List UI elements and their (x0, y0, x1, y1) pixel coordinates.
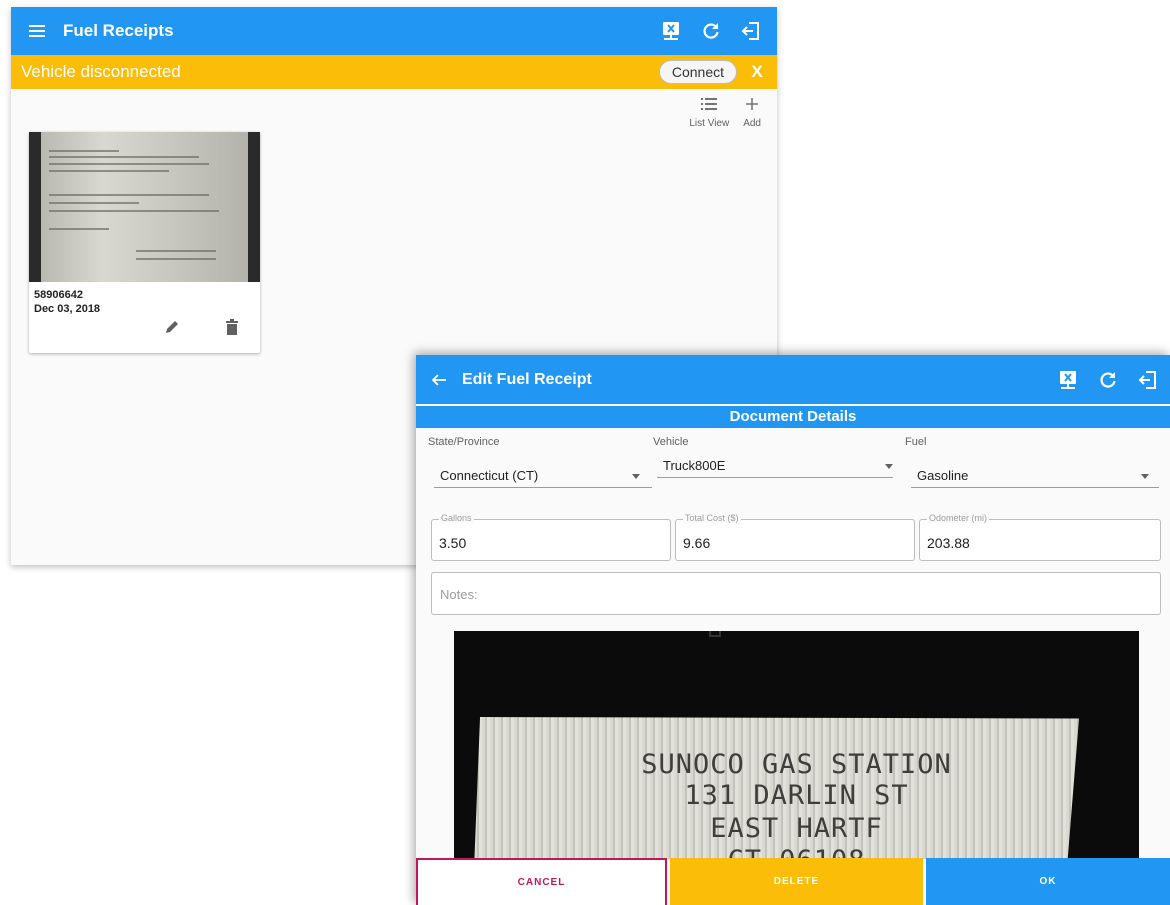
fuel-label: Fuel (905, 436, 927, 448)
edit-fuel-receipt-screen: Edit Fuel Receipt Document Details State… (416, 355, 1170, 905)
state-province-label: State/Province (428, 436, 500, 448)
logout-icon[interactable] (1136, 368, 1160, 392)
odometer-value: 203.88 (927, 535, 970, 551)
vehicle-disconnected-banner: Vehicle disconnected Connect X (11, 55, 777, 89)
fuel-value: Gasoline (917, 468, 969, 483)
notes-field[interactable]: Notes: (431, 572, 1161, 615)
receipt-text-line: CT 06108 (454, 845, 1139, 859)
app-bar: Fuel Receipts (11, 7, 777, 55)
receipt-text-line: 131 DARLIN ST (684, 780, 909, 811)
add-button[interactable]: Add (743, 97, 761, 129)
list-view-label: List View (689, 118, 730, 129)
edit-page-title: Edit Fuel Receipt (462, 370, 592, 388)
receipt-text-line: SUNOCO GAS STATION (641, 749, 952, 780)
chevron-down-icon (1141, 474, 1149, 479)
odometer-label: Odometer (mi) (927, 513, 990, 523)
edit-icon[interactable] (160, 315, 184, 339)
vehicle-disconnect-icon[interactable] (659, 19, 683, 43)
select-underline (657, 477, 893, 478)
gallons-label: Gallons (439, 513, 474, 523)
logout-icon[interactable] (739, 19, 763, 43)
plus-icon (745, 97, 759, 116)
gallons-value: 3.50 (439, 535, 467, 551)
vehicle-label: Vehicle (653, 436, 689, 448)
refresh-icon[interactable] (699, 19, 723, 43)
refresh-icon[interactable] (1096, 368, 1120, 392)
vehicle-disconnect-icon[interactable] (1056, 368, 1080, 392)
page-title: Fuel Receipts (63, 21, 174, 40)
add-label: Add (743, 118, 761, 129)
receipt-date: Dec 03, 2018 (34, 303, 101, 315)
vehicle-select[interactable]: Vehicle Truck800E (653, 436, 893, 488)
gallons-field[interactable]: Gallons 3.50 (431, 513, 671, 561)
list-view-button[interactable]: List View (689, 97, 729, 129)
select-underline (911, 487, 1159, 488)
chevron-down-icon (885, 464, 893, 469)
view-toolbar: List View Add (689, 97, 761, 129)
banner-message: Vehicle disconnected (21, 62, 181, 81)
chevron-down-icon (632, 474, 640, 479)
total-cost-value: 9.66 (683, 535, 711, 551)
notes-placeholder: Notes: (440, 587, 478, 602)
banner-close-button[interactable]: X (737, 62, 777, 82)
back-arrow-icon[interactable] (416, 373, 462, 387)
list-icon (701, 97, 718, 116)
state-province-value: Connecticut (CT) (440, 468, 539, 483)
select-underline (434, 487, 652, 488)
receipt-id: 58906642 (34, 289, 83, 301)
menu-icon[interactable] (11, 25, 63, 37)
action-buttons: CANCEL DELETE OK (416, 858, 1170, 905)
ok-button[interactable]: OK (926, 858, 1170, 905)
receipt-thumbnail (29, 132, 260, 282)
cancel-button[interactable]: CANCEL (416, 858, 667, 905)
screenshot-canvas: Fuel Receipts Vehicle disconnected Conne… (0, 0, 1170, 905)
delete-button[interactable]: DELETE (670, 858, 923, 905)
edit-app-bar: Edit Fuel Receipt (416, 355, 1170, 404)
trash-icon[interactable] (220, 315, 244, 339)
receipt-text-line: EAST HARTF (710, 813, 883, 844)
connect-button[interactable]: Connect (658, 60, 737, 84)
odometer-field[interactable]: Odometer (mi) 203.88 (919, 513, 1161, 561)
section-header: Document Details (416, 406, 1170, 428)
fuel-select[interactable]: Fuel Gasoline (905, 436, 1159, 488)
vehicle-value: Truck800E (663, 458, 726, 473)
receipt-photo: SUNOCO GAS STATION 131 DARLIN ST EAST HA… (454, 631, 1139, 859)
total-cost-field[interactable]: Total Cost ($) 9.66 (675, 513, 915, 561)
receipt-card[interactable]: 58906642 Dec 03, 2018 (29, 132, 260, 353)
total-cost-label: Total Cost ($) (683, 513, 741, 523)
photo-glare (709, 631, 721, 637)
state-province-select[interactable]: State/Province Connecticut (CT) (428, 436, 652, 488)
